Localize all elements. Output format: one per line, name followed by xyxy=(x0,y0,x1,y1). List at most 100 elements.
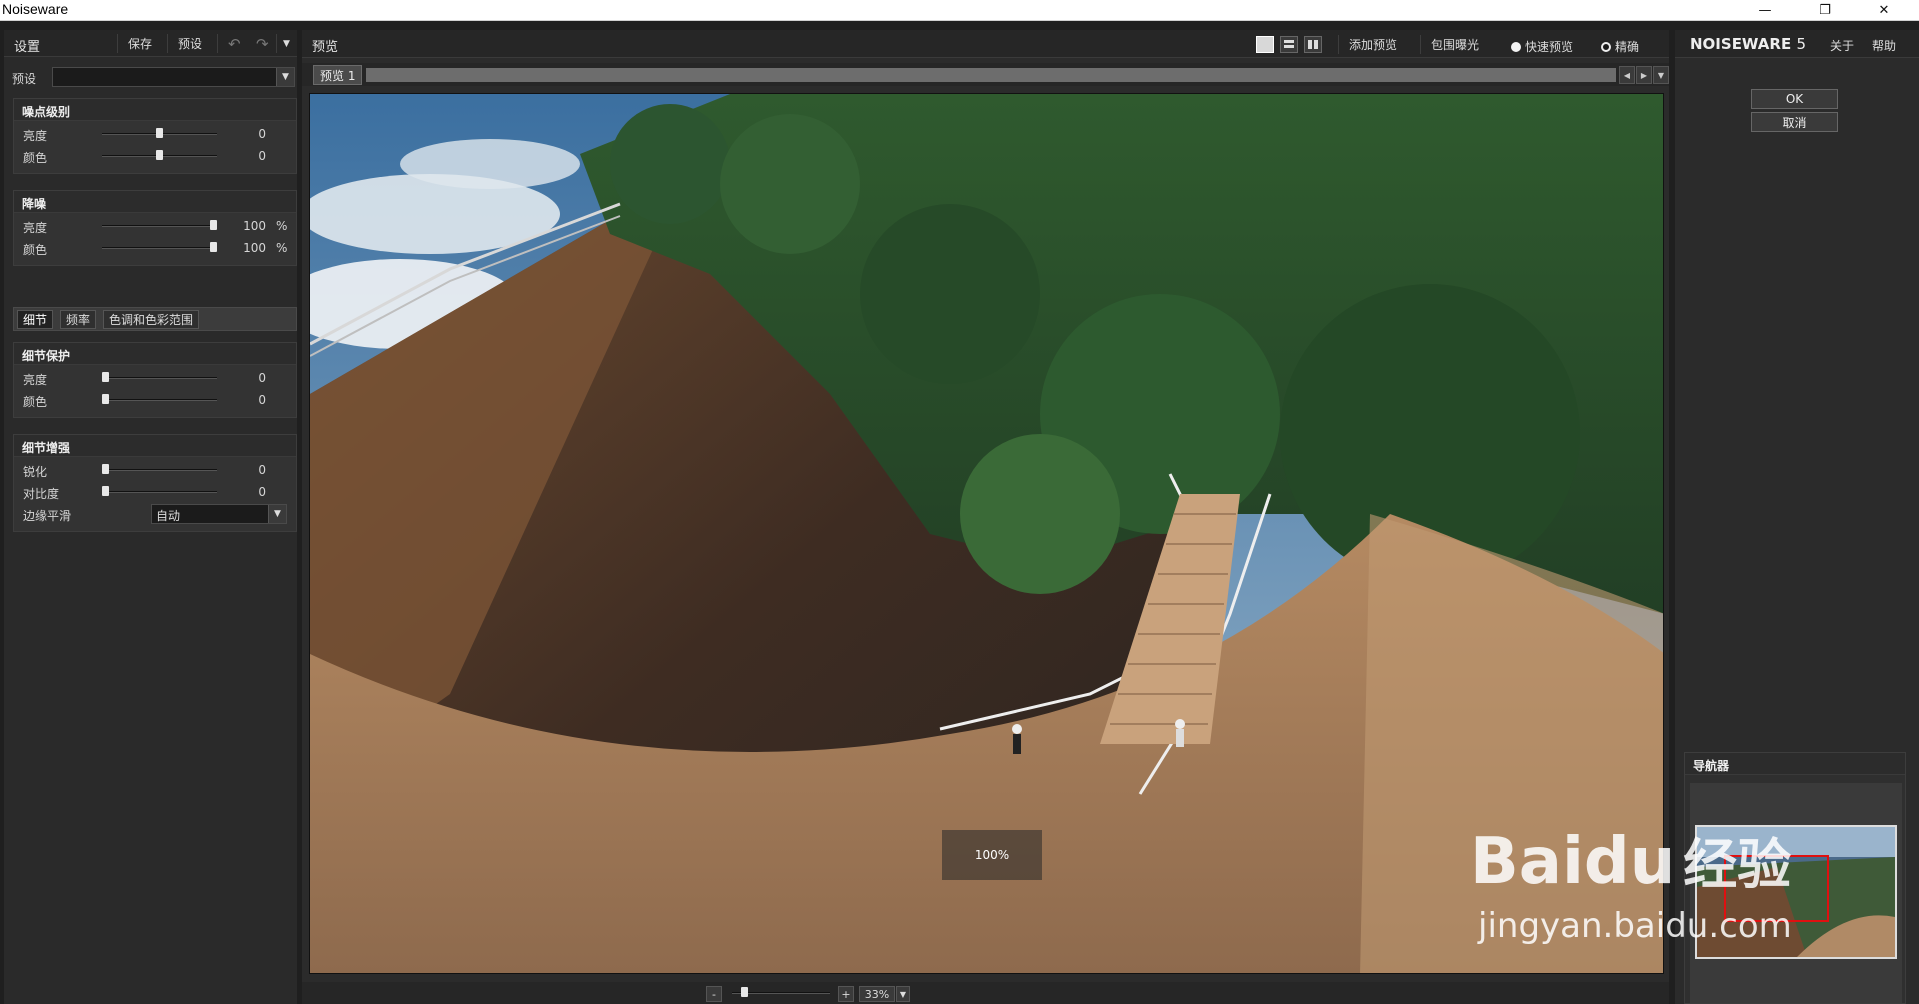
preview-image[interactable]: 100% xyxy=(309,93,1664,974)
brand-logo: NOISEWARE 5 xyxy=(1690,35,1806,53)
split-horizontal-icon[interactable] xyxy=(1280,36,1298,53)
settings-panel: 设置 保存 预设 ↶ ↷ ▼ 预设 ▼ 噪点级别 亮度 0 颜色 0 降噪 亮度… xyxy=(4,30,297,1004)
preset-select[interactable]: ▼ xyxy=(52,67,295,87)
single-view-icon[interactable] xyxy=(1256,36,1274,53)
minimize-button[interactable]: — xyxy=(1743,0,1787,20)
slider-label: 亮度 xyxy=(23,373,48,387)
title-bar: Noiseware — ❐ ✕ xyxy=(0,0,1919,21)
detail-enhancement-title: 细节增强 xyxy=(14,435,296,457)
cancel-button[interactable]: 取消 xyxy=(1751,112,1838,132)
slider-value: 100 xyxy=(243,241,266,255)
noise-reduction-color-slider[interactable] xyxy=(102,242,217,252)
slider-label: 颜色 xyxy=(23,151,48,165)
contrast-row: 对比度 0 xyxy=(14,481,296,503)
slider-value: 0 xyxy=(258,485,266,499)
detail-enhancement-section: 细节增强 锐化 0 对比度 0 边缘平滑 自动 ▼ xyxy=(13,434,297,532)
slider-thumb[interactable] xyxy=(102,464,109,474)
preview-title: 预览 xyxy=(312,40,339,55)
noise-level-section: 噪点级别 亮度 0 颜色 0 xyxy=(13,98,297,174)
slider-value: 0 xyxy=(258,393,266,407)
detail-tabs: 细节 频率 色调和色彩范围 xyxy=(13,307,297,331)
noise-level-color-row: 颜色 0 xyxy=(14,145,296,167)
radio-dot-icon xyxy=(1511,41,1521,52)
navigator-thumbnail[interactable] xyxy=(1695,825,1897,959)
settings-title: 设置 xyxy=(14,40,41,55)
sharpen-row: 锐化 0 xyxy=(14,459,296,481)
zoom-out-button[interactable]: - xyxy=(706,986,722,1002)
detail-protection-color-slider[interactable] xyxy=(102,394,217,404)
navigator-viewport-rect[interactable] xyxy=(1724,855,1829,922)
preview-panel: 预览 添加预览 包围曝光 快速预览 精确 预览 1 ◀ ▶ ▼ 100% - +… xyxy=(302,30,1669,1004)
right-panel: NOISEWARE 5 关于 帮助 OK 取消 导航器 xyxy=(1675,30,1919,1004)
slider-value: 100 xyxy=(243,219,266,233)
slider-unit: % xyxy=(276,219,288,233)
slider-thumb[interactable] xyxy=(156,128,163,138)
noise-reduction-luminance-slider[interactable] xyxy=(102,220,217,230)
fast-preview-radio[interactable]: 快速预览 xyxy=(1511,38,1573,55)
fast-preview-label: 快速预览 xyxy=(1525,40,1574,54)
slider-thumb[interactable] xyxy=(741,987,749,997)
zoom-value-field[interactable]: 33% xyxy=(859,986,895,1002)
accurate-radio[interactable]: 精确 xyxy=(1601,38,1639,55)
close-button[interactable]: ✕ xyxy=(1862,0,1906,20)
detail-protection-section: 细节保护 亮度 0 颜色 0 xyxy=(13,342,297,418)
noise-reduction-color-row: 颜色 100 % xyxy=(14,237,296,259)
slider-unit: % xyxy=(276,241,288,255)
brand-name: NOISEWARE xyxy=(1690,35,1792,53)
slider-value: 0 xyxy=(258,371,266,385)
ok-button[interactable]: OK xyxy=(1751,89,1838,109)
contrast-slider[interactable] xyxy=(102,486,217,496)
chevron-right-icon[interactable]: ▶ xyxy=(1636,66,1652,84)
tab-preview-1[interactable]: 预览 1 xyxy=(313,65,363,85)
slider-thumb[interactable] xyxy=(102,394,109,404)
right-header: NOISEWARE 5 关于 帮助 xyxy=(1675,30,1919,58)
detail-protection-luminance-slider[interactable] xyxy=(102,372,217,382)
preview-header: 预览 添加预览 包围曝光 快速预览 精确 xyxy=(302,30,1669,58)
radio-dot-icon xyxy=(1601,41,1611,52)
sharpen-slider[interactable] xyxy=(102,464,217,474)
preview-tabstrip: 预览 1 ◀ ▶ ▼ xyxy=(302,63,1669,86)
noise-level-luminance-row: 亮度 0 xyxy=(14,123,296,145)
accurate-label: 精确 xyxy=(1615,40,1640,54)
zoom-overlay: 100% xyxy=(942,830,1042,880)
chevron-down-icon[interactable]: ▼ xyxy=(276,34,296,53)
bracket-exposure-button[interactable]: 包围曝光 xyxy=(1420,35,1489,54)
about-button[interactable]: 关于 xyxy=(1830,37,1854,54)
slider-label: 锐化 xyxy=(23,465,48,479)
chevron-down-icon[interactable]: ▼ xyxy=(896,986,910,1002)
noise-reduction-section: 降噪 亮度 100 % 颜色 100 % xyxy=(13,190,297,266)
slider-label: 颜色 xyxy=(23,395,48,409)
slider-value: 0 xyxy=(258,149,266,163)
tab-tone-color-range[interactable]: 色调和色彩范围 xyxy=(103,310,200,329)
noise-level-luminance-slider[interactable] xyxy=(102,128,217,138)
navigator-area xyxy=(1690,783,1902,1003)
slider-thumb[interactable] xyxy=(156,150,163,160)
noise-level-color-slider[interactable] xyxy=(102,150,217,160)
tab-strip-bar xyxy=(366,68,1616,82)
detail-protection-title: 细节保护 xyxy=(14,343,296,365)
redo-icon[interactable]: ↷ xyxy=(246,34,279,53)
noise-reduction-luminance-row: 亮度 100 % xyxy=(14,215,296,237)
chevron-down-icon[interactable]: ▼ xyxy=(1653,66,1669,84)
chevron-down-icon: ▼ xyxy=(276,68,294,86)
slider-label: 亮度 xyxy=(23,129,48,143)
add-preview-button[interactable]: 添加预览 xyxy=(1338,35,1407,54)
presets-button[interactable]: 预设 xyxy=(167,34,212,53)
chevron-left-icon[interactable]: ◀ xyxy=(1619,66,1635,84)
help-button[interactable]: 帮助 xyxy=(1872,37,1896,54)
edge-smoothing-select[interactable]: 自动 ▼ xyxy=(151,504,287,524)
zoom-slider[interactable] xyxy=(732,987,830,997)
tab-frequency[interactable]: 频率 xyxy=(60,310,97,329)
slider-thumb[interactable] xyxy=(210,220,217,230)
zoom-bar: - + 33% ▼ xyxy=(302,982,1669,1004)
save-button[interactable]: 保存 xyxy=(117,34,162,53)
slider-thumb[interactable] xyxy=(102,486,109,496)
edge-smoothing-value: 自动 xyxy=(156,509,181,523)
restore-button[interactable]: ❐ xyxy=(1803,0,1847,20)
slider-thumb[interactable] xyxy=(210,242,217,252)
split-vertical-icon[interactable] xyxy=(1304,36,1322,53)
tab-detail[interactable]: 细节 xyxy=(17,310,54,329)
slider-thumb[interactable] xyxy=(102,372,109,382)
slider-label: 对比度 xyxy=(23,487,60,501)
zoom-in-button[interactable]: + xyxy=(838,986,854,1002)
